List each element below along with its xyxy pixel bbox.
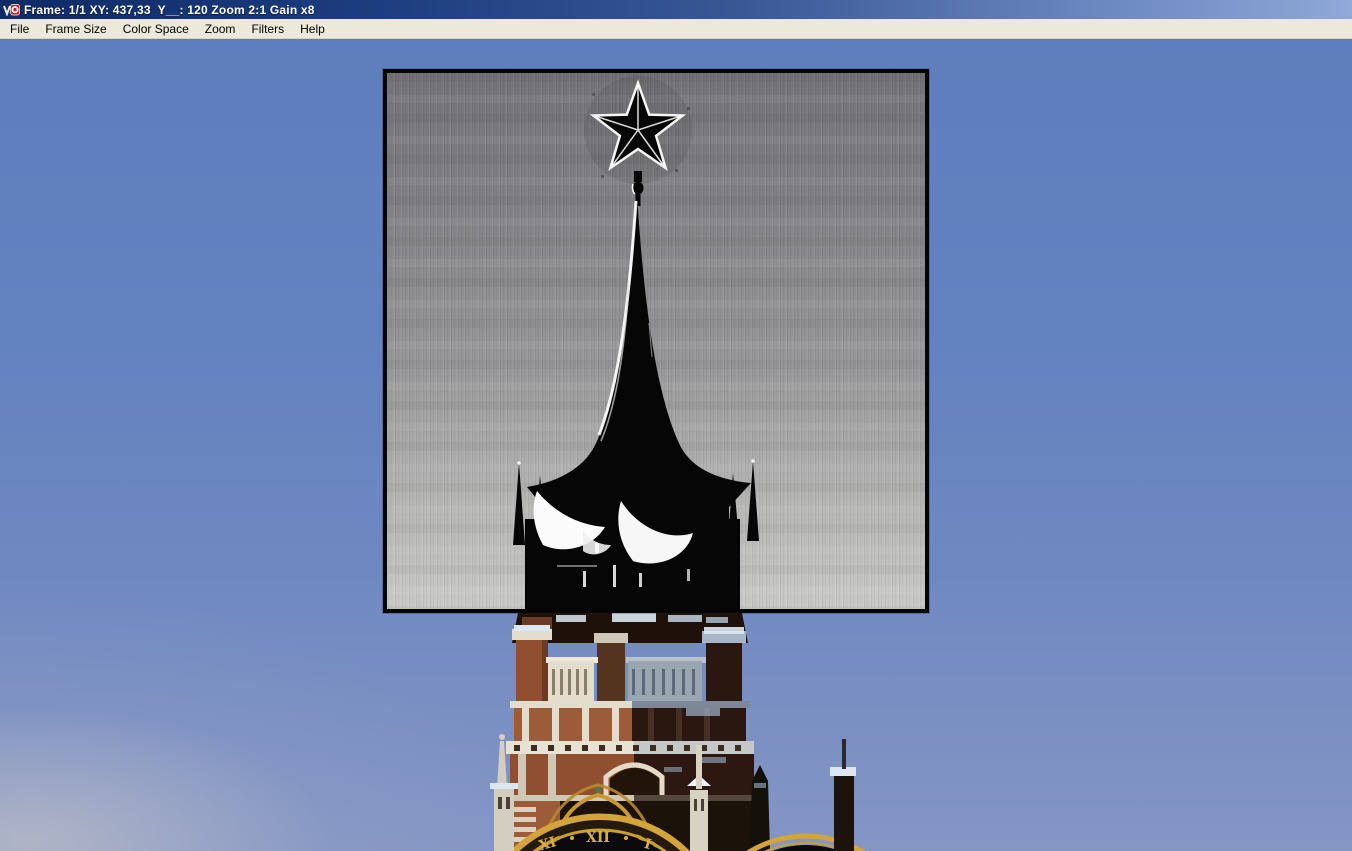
menubar: File Frame Size Color Space Zoom Filters…: [0, 19, 1352, 39]
image-viewport[interactable]: XI XII I: [0, 39, 1352, 851]
clock-numeral-xii: XII: [586, 830, 610, 846]
menu-item-zoom[interactable]: Zoom: [197, 20, 244, 38]
menu-item-frame-size[interactable]: Frame Size: [37, 20, 114, 38]
menu-item-color-space[interactable]: Color Space: [115, 20, 197, 38]
menu-item-filters[interactable]: Filters: [243, 20, 292, 38]
spire-luma-art: [387, 73, 925, 609]
zoom-region-overlay[interactable]: [383, 69, 929, 613]
menu-item-help[interactable]: Help: [292, 20, 333, 38]
window-titlebar[interactable]: Frame: 1/1 XY: 437,33 Y__: 120 Zoom 2:1 …: [0, 0, 1352, 19]
window-title: Frame: 1/1 XY: 437,33 Y__: 120 Zoom 2:1 …: [24, 3, 315, 17]
app-logo-icon: [3, 3, 20, 16]
menu-item-file[interactable]: File: [2, 20, 37, 38]
